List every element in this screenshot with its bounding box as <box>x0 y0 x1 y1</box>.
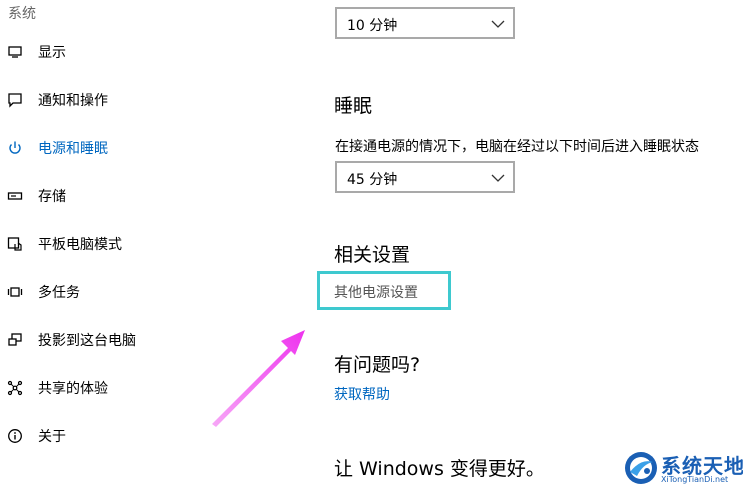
sidebar-item-power-sleep[interactable]: 电源和睡眠 <box>0 131 290 165</box>
sidebar-item-tablet-mode[interactable]: 平板电脑模式 <box>0 227 290 261</box>
sidebar-item-notifications[interactable]: 通知和操作 <box>0 83 290 117</box>
sidebar-item-label: 关于 <box>38 429 66 445</box>
sidebar-item-label: 平板电脑模式 <box>38 237 122 253</box>
screen-timeout-dropdown[interactable]: 10 分钟 <box>335 7 515 39</box>
watermark: 系统天地 XiTongTianDi.net <box>623 448 743 488</box>
sleep-description: 在接通电源的情况下，电脑在经过以下时间后进入睡眠状态 <box>335 139 699 155</box>
dropdown-value: 10 分钟 <box>347 18 398 34</box>
sidebar-item-display[interactable]: 显示 <box>0 35 290 69</box>
sidebar-item-multitasking[interactable]: 多任务 <box>0 275 290 309</box>
multitasking-icon <box>6 283 24 301</box>
sidebar-item-storage[interactable]: 存储 <box>0 179 290 213</box>
related-settings-heading: 相关设置 <box>334 244 411 266</box>
sidebar-item-label: 电源和睡眠 <box>38 141 108 157</box>
sidebar-item-label: 存储 <box>38 189 66 205</box>
power-icon <box>6 139 24 157</box>
feedback-heading: 让 Windows 变得更好。 <box>334 458 545 480</box>
additional-power-settings-link[interactable]: 其他电源设置 <box>334 282 418 302</box>
storage-icon <box>6 187 24 205</box>
sidebar-item-project[interactable]: 投影到这台电脑 <box>0 323 290 357</box>
sidebar-item-label: 通知和操作 <box>38 93 108 109</box>
help-heading: 有问题吗? <box>334 354 421 376</box>
section-header: 系统 <box>8 6 36 22</box>
chevron-down-icon <box>491 16 505 30</box>
shared-experience-icon <box>6 379 24 397</box>
sidebar-item-about[interactable]: 关于 <box>0 419 290 453</box>
sidebar: 系统 显示 通知和操作 电源和睡眠 存储 平板电脑模式 多任务 投影到这台电脑 … <box>0 0 300 490</box>
project-icon <box>6 331 24 349</box>
sleep-timeout-dropdown[interactable]: 45 分钟 <box>335 161 515 193</box>
chevron-down-icon <box>491 170 505 184</box>
dropdown-value: 45 分钟 <box>347 172 398 188</box>
sidebar-item-label: 显示 <box>38 45 66 61</box>
get-help-link[interactable]: 获取帮助 <box>334 384 390 404</box>
sidebar-item-label: 共享的体验 <box>38 381 108 397</box>
sidebar-item-shared-experiences[interactable]: 共享的体验 <box>0 371 290 405</box>
display-icon <box>6 43 24 61</box>
tablet-mode-icon <box>6 235 24 253</box>
info-icon <box>6 427 24 445</box>
sleep-heading: 睡眠 <box>334 95 373 117</box>
notification-icon <box>6 91 24 109</box>
watermark-logo-icon <box>623 450 659 486</box>
sidebar-item-label: 多任务 <box>38 285 80 301</box>
sidebar-item-label: 投影到这台电脑 <box>38 333 136 349</box>
watermark-subtitle: XiTongTianDi.net <box>661 475 729 484</box>
